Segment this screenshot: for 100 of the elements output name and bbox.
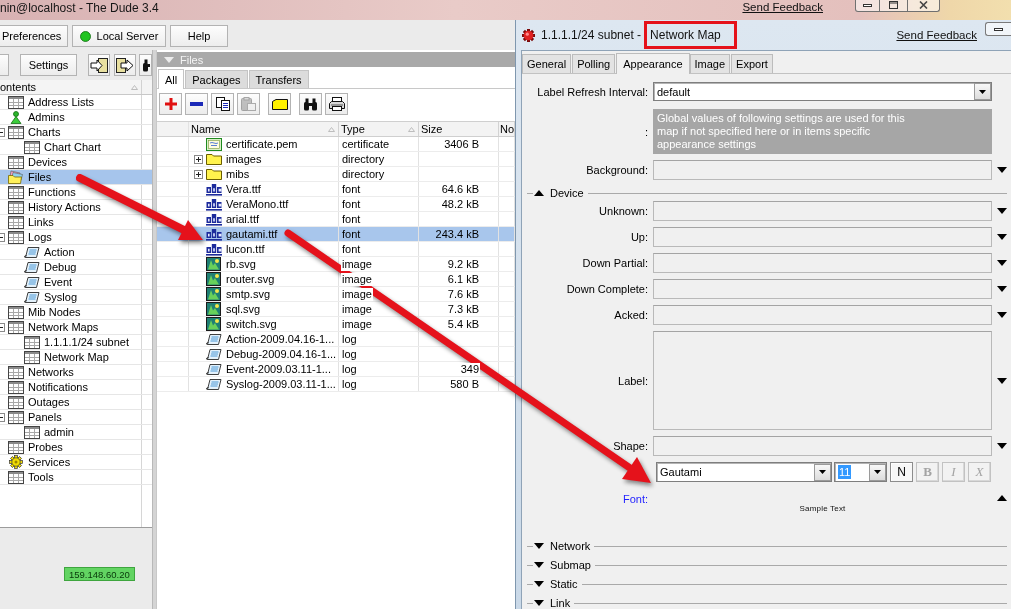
tree-item[interactable]: Functions	[0, 185, 152, 200]
tree-item[interactable]: Syslog	[0, 290, 152, 305]
server-button[interactable]: Local Server	[72, 25, 166, 47]
tab[interactable]: All	[158, 69, 185, 89]
caret-icon[interactable]	[534, 562, 544, 568]
tree-item[interactable]: Address Lists	[0, 95, 152, 110]
tree-item[interactable]: 1.1.1.1/24 subnet	[0, 335, 152, 350]
feedback-link[interactable]: Send Feedback	[742, 0, 823, 14]
collapse-icon[interactable]	[0, 322, 5, 332]
print-button[interactable]	[325, 93, 348, 115]
dropdown-button[interactable]	[869, 463, 886, 481]
tab[interactable]: Export	[731, 54, 773, 73]
style-button[interactable]: N	[890, 462, 913, 482]
file-row[interactable]: Event-2009.03.11-1... log 349	[157, 362, 515, 377]
settings-button[interactable]: Settings	[20, 54, 77, 76]
caret-icon[interactable]	[997, 167, 1007, 173]
tree-item[interactable]: Probes	[0, 440, 152, 455]
file-row[interactable]: VeraMono.ttf font 48.2 kB	[157, 197, 515, 212]
section-toggle[interactable]: Device	[533, 186, 588, 200]
file-row[interactable]: sql.svg image 7.3 kB	[157, 302, 515, 317]
add-button[interactable]	[159, 93, 182, 115]
tree-item[interactable]: Networks	[0, 365, 152, 380]
column-header[interactable]: Size	[419, 122, 499, 136]
collapse-icon[interactable]	[0, 127, 5, 137]
file-row[interactable]: Vera.ttf font 64.6 kB	[157, 182, 515, 197]
file-row[interactable]: Debug-2009.04.16-1... log	[157, 347, 515, 362]
column-header[interactable]: Name	[189, 122, 339, 136]
maximize-button[interactable]	[880, 0, 908, 12]
caret-icon[interactable]	[997, 495, 1007, 501]
tab[interactable]: Image	[689, 54, 731, 73]
tree-item[interactable]: Event	[0, 275, 152, 290]
caret-icon[interactable]	[997, 312, 1007, 318]
remove-button[interactable]	[185, 93, 208, 115]
tree-item[interactable]: Charts	[0, 125, 152, 140]
select-field[interactable]	[653, 160, 992, 180]
file-row[interactable]: Syslog-2009.03.11-1... log 580 B	[157, 377, 515, 392]
tree-item[interactable]: History Actions	[0, 200, 152, 215]
file-row[interactable]: mibs directory	[157, 167, 515, 182]
tree-item[interactable]: Network Map	[0, 350, 152, 365]
select-field[interactable]	[653, 201, 992, 221]
tree-item[interactable]: Panels	[0, 410, 152, 425]
caret-icon[interactable]	[534, 600, 544, 606]
tab[interactable]: Packages	[185, 70, 248, 88]
tree-item[interactable]: Tools	[0, 470, 152, 485]
file-row[interactable]: Action-2009.04.16-1... log	[157, 332, 515, 347]
caret-icon[interactable]	[534, 543, 544, 549]
caret-icon[interactable]	[534, 190, 544, 196]
interval-field[interactable]: default	[653, 82, 992, 101]
tab[interactable]: Transfers	[248, 70, 309, 88]
select-field[interactable]	[653, 305, 992, 325]
select-field[interactable]	[653, 253, 992, 273]
find-button[interactable]	[299, 93, 322, 115]
export-button[interactable]	[114, 54, 136, 76]
minimize-button[interactable]	[855, 0, 880, 12]
tree-item[interactable]: Chart Chart	[0, 140, 152, 155]
section-toggle[interactable]: Link	[533, 596, 575, 609]
tree-item[interactable]: admin	[0, 425, 152, 440]
minimize-button[interactable]	[985, 22, 1011, 36]
tree-item[interactable]: Network Maps	[0, 320, 152, 335]
tree-item[interactable]: Links	[0, 215, 152, 230]
caret-icon[interactable]	[997, 208, 1007, 214]
file-row[interactable]: certificate.pem certificate 3406 B	[157, 137, 515, 152]
section-toggle[interactable]: Submap	[533, 558, 595, 572]
caret-icon[interactable]	[997, 286, 1007, 292]
tab[interactable]: Polling	[572, 54, 616, 73]
file-row[interactable]: smtp.svg image 7.6 kB	[157, 287, 515, 302]
help-button[interactable]: Help	[170, 25, 228, 47]
tab[interactable]: Appearance	[616, 53, 690, 74]
select-field[interactable]	[653, 436, 992, 456]
file-row[interactable]: rb.svg image 9.2 kB	[157, 257, 515, 272]
file-row[interactable]: switch.svg image 5.4 kB	[157, 317, 515, 332]
tree-item[interactable]: Services	[0, 455, 152, 470]
tree-item[interactable]: Mib Nodes	[0, 305, 152, 320]
folder-button[interactable]	[268, 93, 291, 115]
feedback-link[interactable]: Send Feedback	[896, 28, 977, 42]
select-field[interactable]	[653, 227, 992, 247]
find-button[interactable]	[139, 54, 152, 76]
dropdown-button[interactable]	[974, 83, 991, 100]
tree-item[interactable]: Outages	[0, 395, 152, 410]
tree-item[interactable]: Files	[0, 170, 152, 185]
select-field[interactable]	[653, 279, 992, 299]
tab[interactable]: General	[522, 54, 572, 73]
font-field[interactable]: Gautami	[656, 462, 832, 482]
expand-icon[interactable]	[194, 169, 203, 179]
tree-item[interactable]: Debug	[0, 260, 152, 275]
file-row[interactable]: images directory	[157, 152, 515, 167]
caret-icon[interactable]	[534, 581, 544, 587]
close-button[interactable]	[908, 0, 940, 12]
file-row[interactable]: gautami.ttf font 243.4 kB	[157, 227, 515, 242]
file-row[interactable]: router.svg image 6.1 kB	[157, 272, 515, 287]
preferences-button[interactable]: Preferences	[0, 25, 68, 47]
column-header[interactable]: Type	[339, 122, 419, 136]
caret-icon[interactable]	[997, 377, 1007, 384]
expand-icon[interactable]	[194, 154, 203, 164]
copy-button[interactable]	[211, 93, 234, 115]
tree-item[interactable]: Action	[0, 245, 152, 260]
tree-item[interactable]: Notifications	[0, 380, 152, 395]
dropdown-button[interactable]	[814, 463, 831, 481]
import-button[interactable]	[88, 54, 110, 76]
section-toggle[interactable]: Network	[533, 539, 595, 553]
